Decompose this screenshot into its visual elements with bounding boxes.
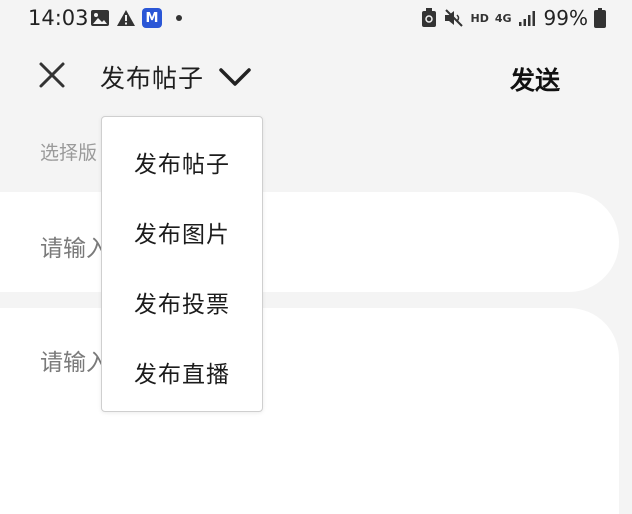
close-icon[interactable] <box>36 59 68 91</box>
battery-icon <box>594 8 606 28</box>
title-input[interactable]: 请输入 <box>0 192 619 292</box>
status-time: 14:03 <box>28 6 89 30</box>
recycle-icon <box>421 8 436 27</box>
title-placeholder: 请输入 <box>40 236 109 262</box>
chevron-down-icon <box>219 68 251 86</box>
page-title: 发布帖子 <box>100 64 205 93</box>
post-type-selector[interactable]: 发布帖子 <box>100 59 252 95</box>
dropdown-item-post[interactable]: 发布帖子 <box>134 145 230 179</box>
network-type-label: 4G <box>494 11 512 25</box>
dropdown-item-poll[interactable]: 发布投票 <box>134 285 230 319</box>
m-app-icon-label: M <box>145 10 159 26</box>
status-right-icons: HD 4G 99% <box>421 6 606 30</box>
warning-icon <box>117 10 135 26</box>
dot-icon <box>176 15 182 21</box>
content-input[interactable]: 请输入 <box>0 308 619 514</box>
send-button[interactable]: 发送 <box>510 61 560 97</box>
hd-label: HD <box>470 11 489 25</box>
select-section-label[interactable]: 选择版 <box>40 138 97 165</box>
post-type-dropdown: 发布帖子 发布图片 发布投票 发布直播 <box>101 116 263 412</box>
mute-icon <box>444 9 463 27</box>
content-placeholder: 请输入 <box>40 350 109 376</box>
m-app-icon: M <box>142 8 162 28</box>
image-icon <box>91 10 109 26</box>
app-header: 发布帖子 发送 <box>0 45 632 109</box>
status-left-icons: M <box>90 8 182 28</box>
battery-percent: 99% <box>543 6 588 30</box>
signal-icon <box>518 11 535 26</box>
status-bar: 14:03 M HD 4G 99% <box>0 0 632 38</box>
dropdown-item-image[interactable]: 发布图片 <box>134 215 230 249</box>
dropdown-item-live[interactable]: 发布直播 <box>134 355 230 389</box>
